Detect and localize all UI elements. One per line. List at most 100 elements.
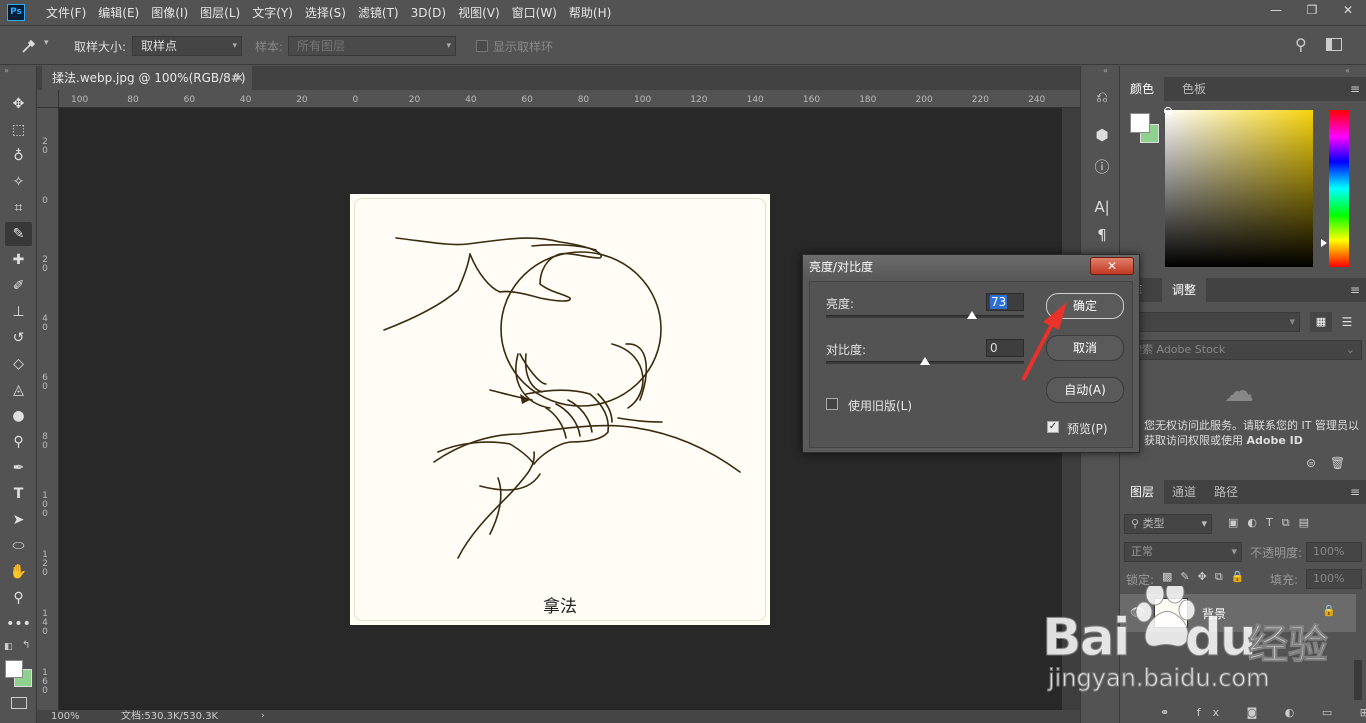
lock-icons[interactable]: ▩✎✥⧉🔒 xyxy=(1162,570,1252,584)
search-icon[interactable]: ⚲ xyxy=(1295,35,1307,54)
stock-search-input[interactable]: 搜索 Adobe Stock ⌄ xyxy=(1124,340,1362,360)
tab-channels[interactable]: 通道 xyxy=(1162,480,1206,504)
ruler-origin[interactable] xyxy=(37,90,59,108)
panel-menu-icon[interactable]: ≡ xyxy=(1350,480,1360,504)
trash-icon[interactable]: 🗑 xyxy=(1330,456,1345,470)
blend-mode-value: 正常 xyxy=(1131,545,1153,558)
ruler-h-tick: 180 xyxy=(859,95,877,105)
menu-item-0[interactable]: 文件(F) xyxy=(40,0,92,26)
menu-item-3[interactable]: 图层(L) xyxy=(194,0,246,26)
eyedropper-tool-icon[interactable]: ✎ xyxy=(5,222,32,246)
menu-item-4[interactable]: 文字(Y) xyxy=(246,0,299,26)
hue-slider[interactable] xyxy=(1329,110,1349,267)
menu-item-9[interactable]: 窗口(W) xyxy=(506,0,563,26)
default-colors-icon[interactable]: ◧ xyxy=(4,642,13,652)
collapse-icon[interactable]: « xyxy=(1345,66,1350,75)
close-tab-icon[interactable]: ✕ xyxy=(234,66,244,90)
lasso-tool-icon[interactable]: ♁ xyxy=(5,144,32,168)
grid-view-icon[interactable]: ▦ xyxy=(1310,312,1332,332)
blend-mode-select[interactable]: 正常 ▾ xyxy=(1124,542,1242,562)
ruler-v-tick: 2 0 xyxy=(42,255,48,274)
brightness-slider[interactable] xyxy=(826,311,1024,319)
swap-colors-icon[interactable]: ↰ xyxy=(22,640,30,651)
magic-wand-tool-icon[interactable]: ✧ xyxy=(5,170,32,194)
sample-select[interactable]: 所有图层 ▾ xyxy=(288,36,456,56)
zoom-level[interactable]: 100% xyxy=(51,710,80,723)
workspace-icon[interactable] xyxy=(1326,38,1342,51)
eraser-tool-icon[interactable]: ◇ xyxy=(5,352,32,376)
crop-tool-icon[interactable]: ⌗ xyxy=(5,196,32,220)
color-field[interactable] xyxy=(1165,110,1313,267)
zoom-tool-icon[interactable]: ⚲ xyxy=(5,586,32,610)
menu-item-5[interactable]: 选择(S) xyxy=(299,0,352,26)
quick-mask-icon[interactable] xyxy=(11,697,27,709)
preview-checkbox[interactable]: ✓ xyxy=(1047,421,1059,433)
menu-item-6[interactable]: 滤镜(T) xyxy=(352,0,405,26)
brightness-slider-thumb[interactable] xyxy=(967,311,977,319)
foreground-color-swatch[interactable] xyxy=(1130,113,1150,133)
cc-icon[interactable]: ⊜ xyxy=(1306,456,1316,470)
ellipse-tool-icon[interactable]: ⬭ xyxy=(5,534,32,558)
more-tools-icon[interactable]: ••• xyxy=(5,612,32,636)
collapse-icon[interactable]: « xyxy=(1103,66,1108,75)
tab-layers[interactable]: 图层 xyxy=(1120,480,1165,504)
tab-color[interactable]: 颜色 xyxy=(1120,77,1165,101)
collapse-icon[interactable]: » xyxy=(4,66,9,75)
layer-filter-select[interactable]: ⚲ 类型 ▾ xyxy=(1124,514,1212,534)
list-view-icon[interactable]: ☰ xyxy=(1336,312,1358,332)
restore-button[interactable]: ❐ xyxy=(1294,0,1330,22)
menu-item-1[interactable]: 编辑(E) xyxy=(92,0,145,26)
color-field-cursor[interactable] xyxy=(1164,107,1172,115)
healing-brush-tool-icon[interactable]: ✚ xyxy=(5,248,32,272)
tab-paths[interactable]: 路径 xyxy=(1204,480,1248,504)
ruler-h-tick: 220 xyxy=(971,95,989,105)
brush-tool-icon[interactable]: ✐ xyxy=(5,274,32,298)
eyedropper-icon[interactable] xyxy=(20,37,42,55)
stamp-tool-icon[interactable]: ⊥ xyxy=(5,300,32,324)
ruler-h-tick: 240 xyxy=(1028,95,1046,105)
photoshop-logo: Ps xyxy=(7,4,25,21)
tool-preset-chevron-icon[interactable]: ▾ xyxy=(44,38,49,48)
document-image[interactable]: 拿法 xyxy=(350,194,770,625)
status-chevron-icon[interactable]: › xyxy=(261,710,265,723)
dialog-close-button[interactable]: ✕ xyxy=(1090,257,1134,275)
dialog-title-bar[interactable]: 亮度/对比度 ✕ xyxy=(803,255,1139,279)
panel-menu-icon[interactable]: ≡ xyxy=(1350,278,1360,302)
sample-size-select[interactable]: 取样点 ▾ xyxy=(132,36,242,56)
tab-swatches[interactable]: 色板 xyxy=(1172,77,1216,101)
menu-item-2[interactable]: 图像(I) xyxy=(145,0,194,26)
document-tab[interactable]: 揉法.webp.jpg @ 100%(RGB/8#) ✕ xyxy=(42,66,252,90)
menu-item-8[interactable]: 视图(V) xyxy=(452,0,506,26)
marquee-tool-icon[interactable]: ⬚ xyxy=(5,118,32,142)
layer-actions-icons[interactable]: ⚭ fx ◙ ◐ ▭ ⊞ 🗑 xyxy=(1160,706,1366,719)
contrast-slider-thumb[interactable] xyxy=(920,357,930,365)
pen-tool-icon[interactable]: ✒ xyxy=(5,456,32,480)
contrast-slider[interactable] xyxy=(826,357,1024,365)
library-select[interactable]: ▾ xyxy=(1124,312,1300,332)
character-icon[interactable]: A| xyxy=(1091,196,1113,218)
tab-adjustments[interactable]: 调整 xyxy=(1162,278,1207,302)
type-tool-icon[interactable]: T xyxy=(5,482,32,506)
history-icon[interactable]: ⎌ xyxy=(1091,86,1113,108)
foreground-color-swatch[interactable] xyxy=(5,660,23,678)
hand-tool-icon[interactable]: ✋ xyxy=(5,560,32,584)
minimize-button[interactable]: — xyxy=(1258,0,1294,22)
show-ring-checkbox[interactable] xyxy=(476,40,488,52)
menu-item-7[interactable]: 3D(D) xyxy=(405,0,452,26)
opacity-input[interactable]: 100% xyxy=(1306,542,1362,562)
info-icon[interactable]: ⓘ xyxy=(1091,156,1113,178)
paragraph-icon[interactable]: ¶ xyxy=(1091,224,1113,246)
move-tool-icon[interactable]: ✥ xyxy=(5,92,32,116)
history-brush-tool-icon[interactable]: ↺ xyxy=(5,326,32,350)
panel-menu-icon[interactable]: ≡ xyxy=(1350,77,1360,101)
dodge-tool-icon[interactable]: ⚲ xyxy=(5,430,32,454)
close-window-button[interactable]: ✕ xyxy=(1330,0,1366,22)
paint-bucket-tool-icon[interactable]: ◬ xyxy=(5,378,32,402)
menu-item-10[interactable]: 帮助(H) xyxy=(563,0,617,26)
3d-icon[interactable]: ⬢ xyxy=(1091,124,1113,146)
layer-filter-icons[interactable]: ▣◐T⧉▤ xyxy=(1228,516,1318,530)
hue-slider-thumb[interactable] xyxy=(1321,239,1327,247)
path-selection-tool-icon[interactable]: ➤ xyxy=(5,508,32,532)
use-legacy-checkbox[interactable] xyxy=(826,398,838,410)
blur-tool-icon[interactable]: ● xyxy=(5,404,32,428)
